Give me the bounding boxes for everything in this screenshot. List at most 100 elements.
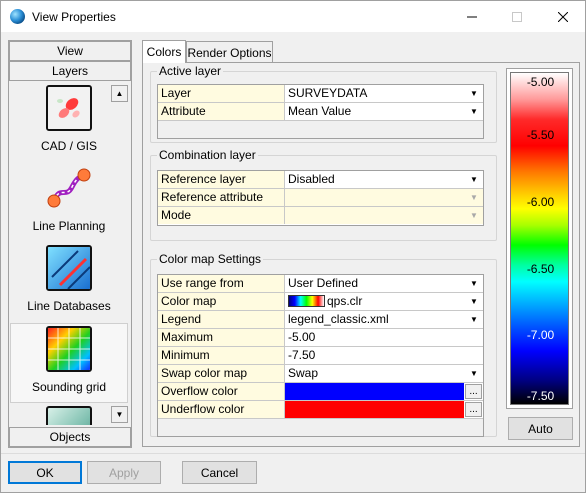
layer-item-label: Sounding grid <box>31 380 107 394</box>
property-label: Minimum <box>158 347 285 364</box>
attribute-select[interactable]: Mean Value ▼ <box>285 103 483 120</box>
maximum-input[interactable]: -5.00 <box>285 329 483 346</box>
property-row-overflow-color: Overflow color ... <box>158 383 483 401</box>
color-map-swatch-icon <box>288 294 325 307</box>
layer-item-line-databases[interactable]: Line Databases <box>10 243 128 323</box>
property-row-attribute: Attribute Mean Value ▼ <box>158 103 483 121</box>
use-range-from-select[interactable]: User Defined ▼ <box>285 275 483 292</box>
maximize-button[interactable] <box>494 1 539 32</box>
layer-item-label: CAD / GIS <box>40 139 97 153</box>
property-row-maximum: Maximum -5.00 <box>158 329 483 347</box>
property-label: Maximum <box>158 329 285 346</box>
minimize-icon <box>466 16 477 17</box>
color-bar-tick-label: -7.00 <box>526 328 555 342</box>
property-value: qps.clr <box>327 294 363 308</box>
overflow-color-picker-button[interactable]: ... <box>465 384 482 399</box>
close-icon <box>557 11 568 22</box>
sounding-grid-icon <box>46 326 92 372</box>
dropdown-arrow-icon[interactable]: ▼ <box>466 86 482 101</box>
property-value: Mean Value <box>288 104 352 118</box>
property-label: Reference attribute <box>158 189 285 206</box>
underflow-color-swatch <box>285 401 464 418</box>
color-bar-tick-label: -6.50 <box>526 262 555 276</box>
close-button[interactable] <box>540 1 585 32</box>
maximize-icon <box>511 11 522 22</box>
auto-button[interactable]: Auto <box>508 417 573 440</box>
dropdown-arrow-icon[interactable]: ▼ <box>466 312 482 327</box>
legend-select[interactable]: legend_classic.xml ▼ <box>285 311 483 328</box>
dropdown-arrow-icon: ▼ <box>470 211 478 220</box>
property-row-mode: Mode ▼ <box>158 207 483 225</box>
app-globe-icon <box>10 9 25 24</box>
scroll-up-button[interactable]: ▲ <box>111 85 128 102</box>
property-row-reference-attribute: Reference attribute ▼ <box>158 189 483 207</box>
view-header-button[interactable]: View <box>9 41 131 61</box>
dropdown-arrow-icon[interactable]: ▼ <box>466 294 482 309</box>
reference-layer-select[interactable]: Disabled ▼ <box>285 171 483 188</box>
active-layer-title: Active layer <box>157 64 224 78</box>
scroll-down-button[interactable]: ▼ <box>111 406 128 423</box>
layer-list: CAD / GIS Line Planning Line Databases S… <box>10 83 130 425</box>
combination-layer-title: Combination layer <box>157 148 258 162</box>
dropdown-arrow-icon: ▼ <box>470 193 478 202</box>
property-value: legend_classic.xml <box>288 312 389 326</box>
scroll-up-arrow-icon: ▲ <box>115 89 124 98</box>
combination-layer-group: Combination layer Reference layer Disabl… <box>150 148 497 241</box>
property-row-swap-color-map: Swap color map Swap ▼ <box>158 365 483 383</box>
property-label: Color map <box>158 293 285 310</box>
property-label: Use range from <box>158 275 285 292</box>
dropdown-arrow-icon[interactable]: ▼ <box>466 172 482 187</box>
underflow-color-field[interactable]: ... <box>285 401 483 418</box>
property-row-minimum: Minimum -7.50 <box>158 347 483 365</box>
tab-colors[interactable]: Colors <box>142 40 186 63</box>
dropdown-arrow-icon[interactable]: ▼ <box>466 366 482 381</box>
property-label: Attribute <box>158 103 285 120</box>
color-bar-tick-label: -5.50 <box>526 128 555 142</box>
minimize-button[interactable] <box>449 1 494 32</box>
property-label: Overflow color <box>158 383 285 400</box>
line-databases-icon <box>46 245 92 291</box>
property-value: SURVEYDATA <box>288 86 368 100</box>
cancel-button[interactable]: Cancel <box>182 461 257 484</box>
property-label: Mode <box>158 207 285 224</box>
overflow-color-field[interactable]: ... <box>285 383 483 400</box>
property-row-empty <box>158 419 483 436</box>
objects-header-button[interactable]: Objects <box>9 427 131 447</box>
underflow-color-picker-button[interactable]: ... <box>465 402 482 417</box>
scroll-down-arrow-icon: ▼ <box>115 410 124 419</box>
swap-color-map-select[interactable]: Swap ▼ <box>285 365 483 382</box>
property-label: Swap color map <box>158 365 285 382</box>
layer-item-sounding-grid[interactable]: Sounding grid <box>10 323 128 403</box>
color-bar-legend: -5.00 -5.50 -6.00 -6.50 -7.00 -7.50 <box>506 68 573 409</box>
property-row-reference-layer: Reference layer Disabled ▼ <box>158 171 483 189</box>
combination-layer-grid: Reference layer Disabled ▼ Reference attr… <box>157 170 484 226</box>
active-layer-grid: Layer SURVEYDATA ▼ Attribute Mean Value ▼ <box>157 84 484 139</box>
title-bar: View Properties <box>1 1 585 32</box>
layers-header-button[interactable]: Layers <box>9 61 131 81</box>
layer-item-label: Line Planning <box>32 219 106 233</box>
partial-layer-icon <box>46 406 92 425</box>
ok-button[interactable]: OK <box>8 461 82 484</box>
apply-button[interactable]: Apply <box>87 461 161 484</box>
property-value: User Defined <box>288 276 359 290</box>
color-gradient-bar: -5.00 -5.50 -6.00 -6.50 -7.00 -7.50 <box>510 72 569 405</box>
property-row-color-map: Color map qps.clr ▼ <box>158 293 483 311</box>
property-row-layer: Layer SURVEYDATA ▼ <box>158 85 483 103</box>
tab-render-options[interactable]: Render Options <box>186 41 273 63</box>
color-map-grid: Use range from User Defined ▼ Color map q… <box>157 274 484 437</box>
footer-separator <box>1 453 585 454</box>
active-layer-group: Active layer Layer SURVEYDATA ▼ Attribute… <box>150 64 497 143</box>
window-title: View Properties <box>32 10 116 24</box>
dropdown-arrow-icon[interactable]: ▼ <box>466 276 482 291</box>
layer-select[interactable]: SURVEYDATA ▼ <box>285 85 483 102</box>
color-map-settings-title: Color map Settings <box>157 252 264 266</box>
line-planning-icon <box>46 165 92 211</box>
color-map-select[interactable]: qps.clr ▼ <box>285 293 483 310</box>
layer-item-line-planning[interactable]: Line Planning <box>10 163 128 243</box>
layer-item-label: Line Databases <box>27 299 111 313</box>
dropdown-arrow-icon[interactable]: ▼ <box>466 104 482 119</box>
cad-gis-icon <box>46 85 92 131</box>
reference-attribute-select: ▼ <box>285 189 483 206</box>
minimum-input[interactable]: -7.50 <box>285 347 483 364</box>
property-row-underflow-color: Underflow color ... <box>158 401 483 419</box>
